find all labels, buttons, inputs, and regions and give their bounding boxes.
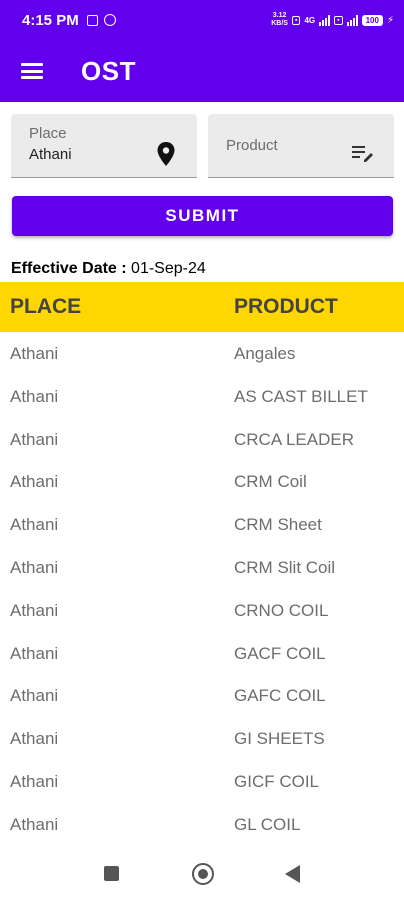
table-row[interactable]: Athani GICF COIL	[0, 760, 404, 803]
circle-home-icon[interactable]	[192, 863, 214, 885]
triangle-back-icon[interactable]	[285, 865, 300, 883]
edit-list-icon[interactable]	[352, 144, 374, 162]
row-product: CRM Sheet	[234, 515, 322, 535]
row-product: CRNO COIL	[234, 600, 329, 620]
hamburger-menu-icon[interactable]	[21, 63, 43, 79]
status-time: 4:15 PM	[22, 11, 79, 29]
location-pin-icon[interactable]	[157, 142, 175, 166]
table-row[interactable]: Athani CRM Sheet	[0, 503, 404, 546]
table-row[interactable]: Athani GAFC COIL	[0, 674, 404, 717]
table-row[interactable]: Athani CRM Coil	[0, 460, 404, 503]
table-row[interactable]: Athani AS CAST BILLET	[0, 375, 404, 418]
table-row[interactable]: Athani CRCA LEADER	[0, 418, 404, 461]
row-product: CRM Slit Coil	[234, 557, 336, 577]
network-type: 4G	[304, 15, 316, 25]
effective-date: Effective Date : 01-Sep-24	[11, 260, 206, 278]
row-place: Athani	[10, 686, 59, 706]
status-bar: 4:15 PM 3.12 KB/S ▪ 4G ▪ 100 ⚡	[0, 0, 404, 40]
row-place: Athani	[10, 814, 59, 834]
volte-icon-2: ▪	[334, 15, 343, 25]
place-label: Place	[29, 125, 67, 142]
product-field[interactable]: Product	[208, 114, 394, 178]
place-value: Athani	[29, 146, 72, 163]
row-product: CRCA LEADER	[234, 429, 354, 449]
row-product: Angales	[234, 344, 296, 363]
app-bar: OST	[0, 40, 404, 102]
notification-icon	[86, 14, 98, 26]
table-row[interactable]: Athani CRM Slit Coil	[0, 546, 404, 589]
table-row[interactable]: Athani GACF COIL	[0, 632, 404, 675]
status-indicators: 3.12 KB/S ▪ 4G ▪ 100 ⚡	[271, 12, 394, 28]
row-product: CRM Coil	[234, 472, 307, 492]
row-place: Athani	[10, 771, 59, 791]
net-speed-unit: KB/S	[271, 20, 288, 27]
charging-icon: ⚡	[386, 14, 394, 26]
effective-date-label: Effective Date :	[11, 260, 127, 277]
system-nav-bar	[0, 846, 404, 900]
row-place: Athani	[10, 472, 59, 492]
table-row[interactable]: Athani GL COIL	[0, 803, 404, 846]
table-row[interactable]: Athani Angales	[0, 332, 404, 375]
effective-date-value: 01-Sep-24	[131, 260, 206, 277]
table-body: Athani Angales Athani AS CAST BILLET Athan…	[0, 332, 404, 846]
row-place: Athani	[10, 386, 59, 406]
submit-button[interactable]: SUBMIT	[12, 196, 393, 236]
table-header: PLACE PRODUCT	[0, 282, 404, 332]
row-product: GACF COIL	[234, 643, 326, 663]
row-product: GI SHEETS	[234, 729, 325, 749]
product-label: Product	[226, 137, 278, 154]
row-place: Athani	[10, 643, 59, 663]
row-product: AS CAST BILLET	[234, 386, 368, 406]
row-place: Athani	[10, 344, 59, 363]
row-product: GAFC COIL	[234, 686, 326, 706]
row-place: Athani	[10, 429, 59, 449]
table-row[interactable]: Athani CRNO COIL	[0, 589, 404, 632]
signal-icon	[319, 14, 331, 26]
net-speed: 3.12	[272, 12, 287, 19]
column-header-place: PLACE	[10, 295, 82, 318]
row-product: GICF COIL	[234, 771, 320, 791]
row-place: Athani	[10, 557, 59, 577]
row-place: Athani	[10, 600, 59, 620]
place-field[interactable]: Place Athani	[11, 114, 197, 178]
table-row[interactable]: Athani GI SHEETS	[0, 717, 404, 760]
row-product: GL COIL	[234, 814, 301, 834]
signal-icon-2	[346, 14, 358, 26]
battery-icon: 100	[361, 14, 383, 26]
app-title: OST	[81, 55, 136, 86]
row-place: Athani	[10, 729, 59, 749]
square-recents-icon[interactable]	[104, 866, 119, 881]
volte-icon: ▪	[291, 15, 301, 25]
sync-icon	[103, 14, 116, 26]
column-header-product: PRODUCT	[234, 295, 338, 318]
row-place: Athani	[10, 515, 59, 535]
